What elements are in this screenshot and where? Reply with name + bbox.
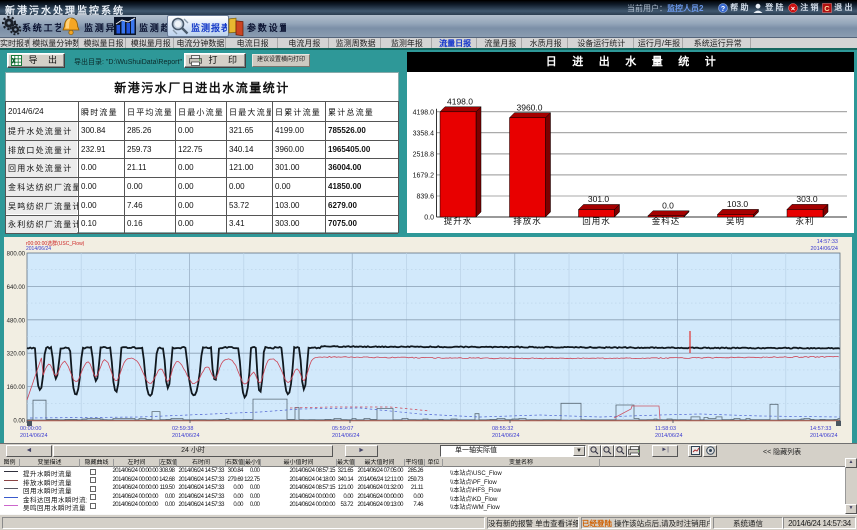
- svg-text:4198.0: 4198.0: [447, 96, 473, 106]
- svg-text:640.00: 640.00: [7, 285, 26, 291]
- svg-text:320.00: 320.00: [7, 352, 26, 358]
- svg-text:金科达: 金科达: [652, 216, 681, 226]
- svg-text:303.0: 303.0: [796, 194, 818, 204]
- svg-text:1679.2: 1679.2: [413, 172, 435, 179]
- svg-text:839.6: 839.6: [416, 194, 434, 201]
- svg-text:提升水: 提升水: [444, 216, 473, 226]
- svg-text:0.00: 0.00: [13, 419, 25, 425]
- svg-text:103.0: 103.0: [727, 199, 749, 209]
- svg-text:4198.0: 4198.0: [413, 109, 435, 116]
- svg-text:3358.4: 3358.4: [413, 130, 435, 137]
- svg-text:480.00: 480.00: [7, 318, 26, 324]
- svg-text:0.0: 0.0: [424, 215, 434, 222]
- svg-text:永利: 永利: [795, 216, 814, 226]
- svg-text:2518.8: 2518.8: [413, 151, 435, 158]
- svg-text:?: ?: [721, 6, 725, 13]
- svg-text:160.00: 160.00: [7, 385, 26, 391]
- svg-text:800.00: 800.00: [7, 252, 26, 258]
- svg-text:排放水: 排放水: [513, 216, 542, 226]
- svg-text:吴明: 吴明: [726, 216, 745, 226]
- svg-text:3960.0: 3960.0: [517, 102, 543, 112]
- svg-text:回用水: 回用水: [582, 216, 611, 226]
- svg-text:×: ×: [791, 4, 796, 13]
- svg-text:0.0: 0.0: [662, 200, 674, 210]
- svg-text:C: C: [824, 4, 830, 13]
- svg-text:301.0: 301.0: [588, 194, 610, 204]
